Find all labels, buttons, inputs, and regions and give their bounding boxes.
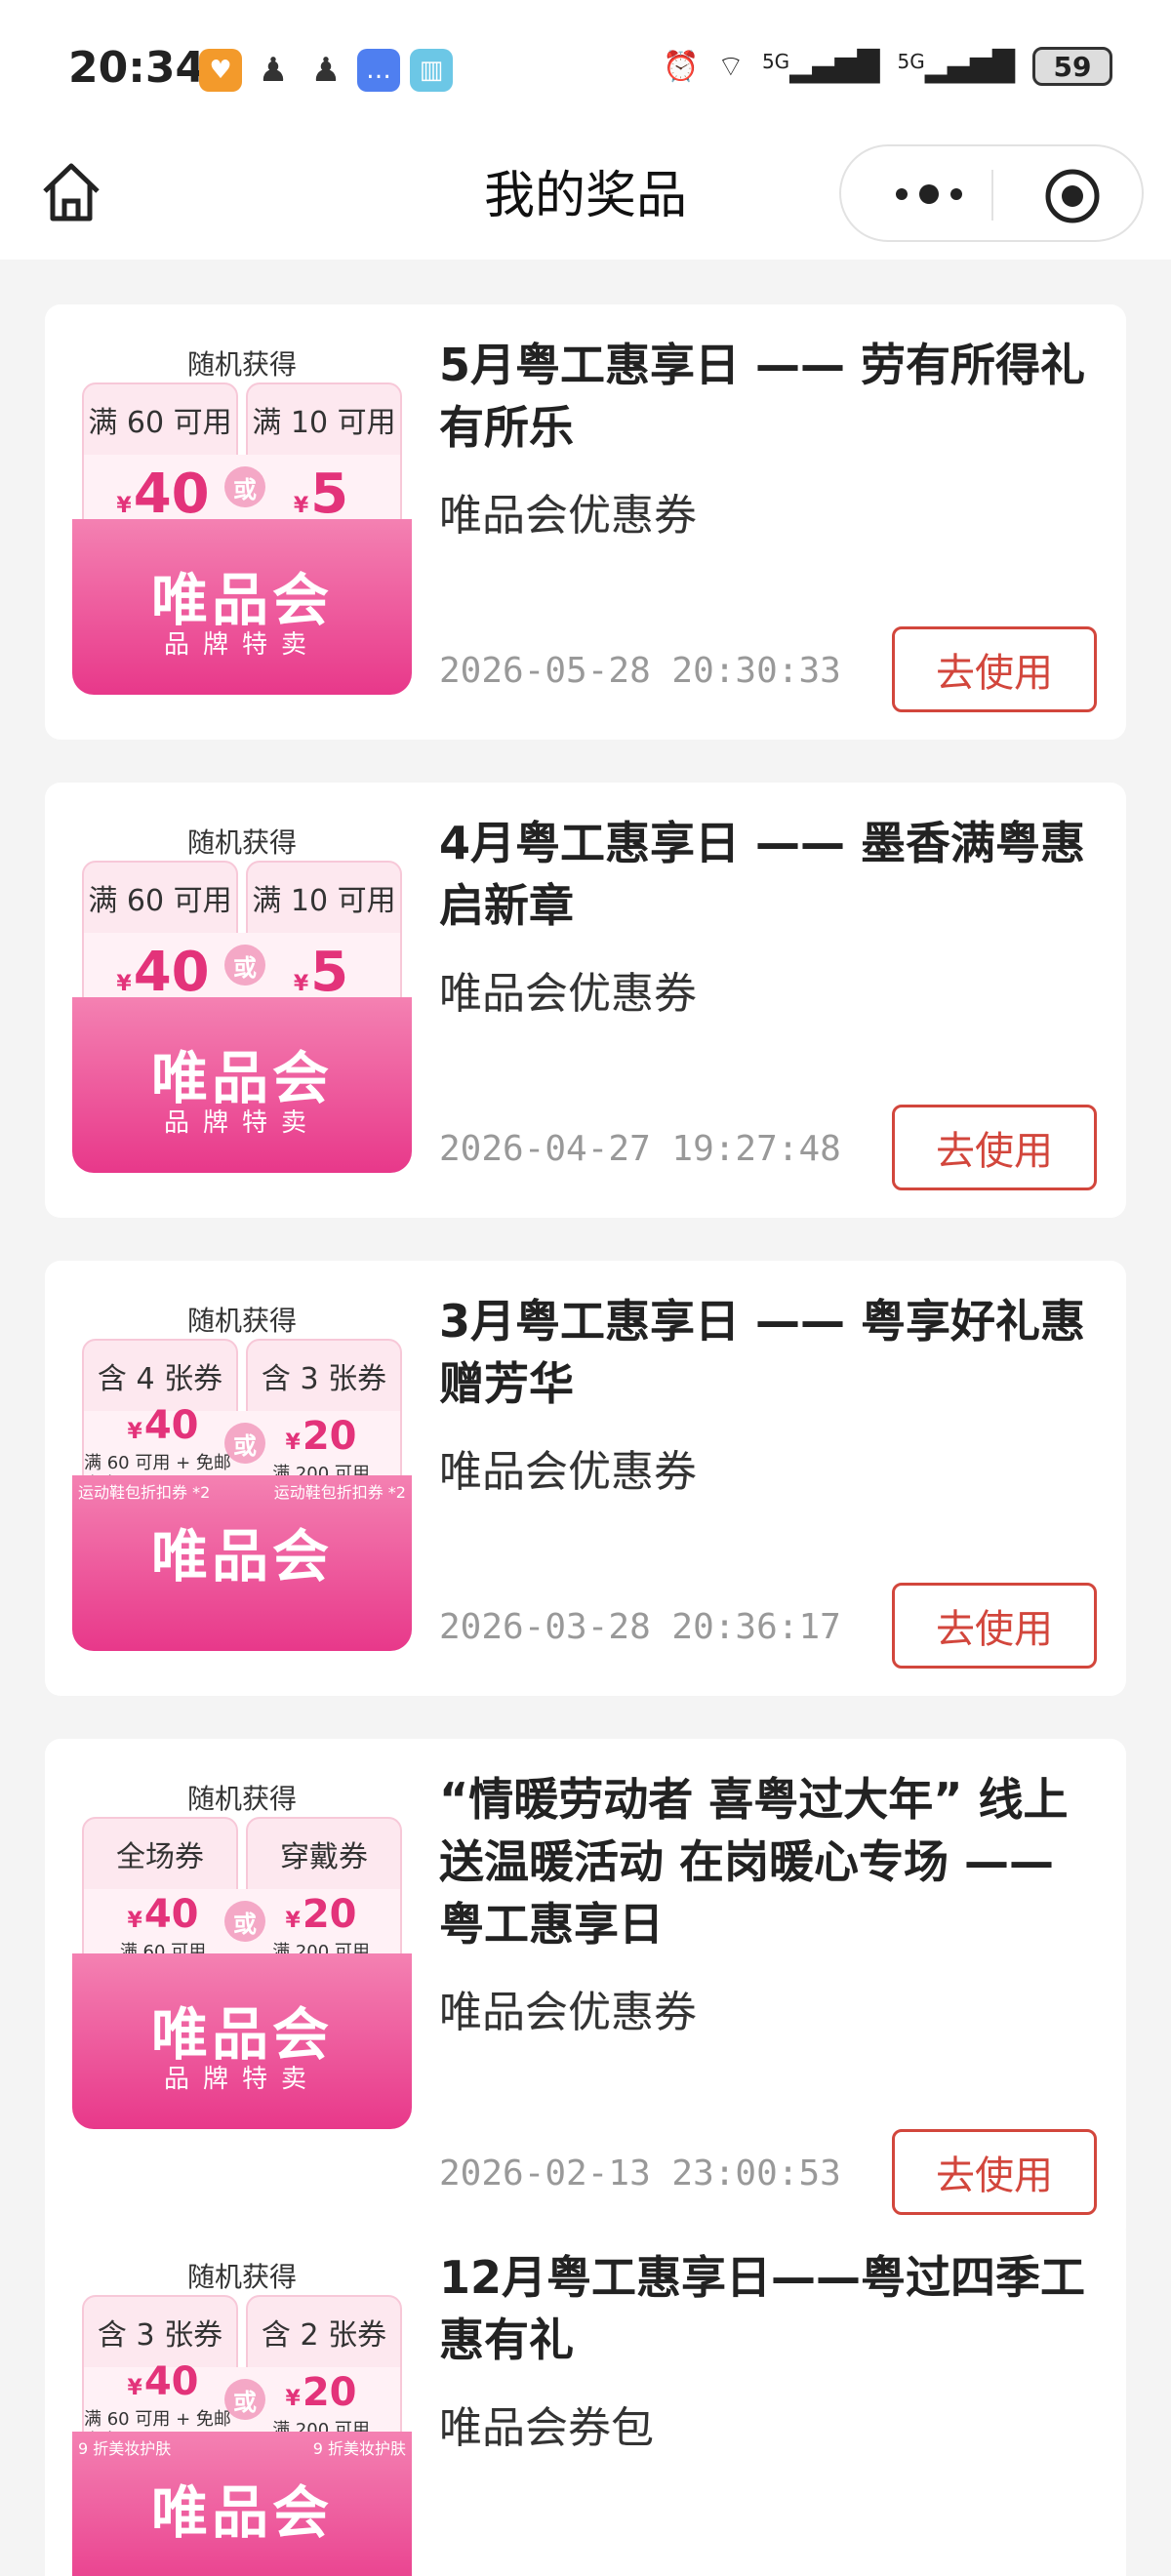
mini-program-capsule [839,144,1144,242]
prize-title: “情暖劳动者 喜粤过大年” 线上送温暖活动 在岗暖心专场 —— 粤工惠享日 [439,1773,1069,1951]
prize-subtitle: 唯品会优惠券 [439,1447,697,1497]
message-icon: … [357,49,400,92]
prize-card: 随机获得 满 60 可用 满 10 可用 ¥40 ¥5 或 唯品会 品牌特卖 [45,304,1126,740]
prize-date: 2026-03-28 20:36:17 [439,1607,841,1647]
prize-subtitle: 唯品会优惠券 [439,969,697,1019]
more-icon[interactable] [880,180,978,209]
brand-banner: 运动鞋包折扣券 *2 运动鞋包折扣券 *2 唯品会 [72,1475,412,1651]
thumb-heading: 随机获得 [186,1305,297,1337]
thumb-tab: 含 2 张券 [246,2295,402,2369]
coupon-thumbnail: 随机获得 满 60 可用 满 10 可用 ¥40 ¥5 或 唯品会 品牌特卖 [72,343,412,695]
coupon-extra: 运动鞋包折扣券 *2 [273,1483,406,1502]
coupon-value: 40 [133,462,210,526]
brand-slogan: 品牌特卖 [163,1108,320,1138]
brand-slogan: 品牌特卖 [163,630,320,660]
brand-banner: 唯品会 品牌特卖 [72,997,412,1173]
capsule-divider [991,170,993,221]
thumb-tab: 穿戴券 [246,1817,402,1891]
coupon-value: 40 [133,940,210,1004]
thumb-tab: 含 3 张券 [246,1339,402,1413]
status-time: 20:34 [68,43,206,93]
coupon-value: 40 [143,1402,199,1448]
use-button[interactable]: 去使用 [892,2129,1097,2215]
status-indicators: ⏰ ⌔ 5G▂▄▆█ 5G▂▄▆█ 59 [663,47,1112,86]
prize-subtitle: 唯品会优惠券 [439,1988,697,2037]
prize-date: 2026-02-13 23:00:53 [439,2153,841,2194]
coupon-value: 40 [143,1891,199,1937]
thumb-tab: 满 10 可用 [246,861,402,935]
coupon-value: 40 [143,2358,199,2404]
battery-icon: 59 [1032,47,1112,86]
prize-card: 随机获得 全场券 穿戴券 ¥40 满 60 可用 ¥20 满 200 可用 或 … [45,1739,1126,2242]
prize-date: 2026-04-27 19:27:48 [439,1129,841,1169]
brand-name: 唯品会 [150,2479,333,2546]
thumb-heading: 随机获得 [186,348,297,381]
thumb-heading: 随机获得 [186,826,297,859]
brand-slogan: 品牌特卖 [163,2065,320,2094]
coupon-thumbnail: 随机获得 含 3 张券 含 2 张券 ¥40 满 60 可用 + 免邮次卡 ¥2… [72,2256,412,2576]
prize-title: 4月粤工惠享日 —— 墨香满粤惠启新章 [439,817,1086,932]
brand-banner: 唯品会 品牌特卖 [72,1953,412,2129]
use-button[interactable]: 去使用 [892,1583,1097,1669]
use-button[interactable]: 去使用 [892,1105,1097,1190]
or-badge: 或 [224,466,265,507]
qq-icon: ♟ [304,49,347,92]
prize-title: 5月粤工惠享日 —— 劳有所得礼有所乐 [439,339,1086,454]
signal-icon: 5G▂▄▆█ [761,49,880,84]
coupon-value: 5 [310,940,349,1004]
or-badge: 或 [224,1901,265,1942]
brand-banner: 9 折美妆护肤 9 折美妆护肤 唯品会 [72,2432,412,2576]
brand-banner: 唯品会 品牌特卖 [72,519,412,695]
notification-icons: ♥ ♟ ♟ … ▥ [199,49,453,92]
thumb-tab: 满 60 可用 [82,382,238,457]
status-bar: 20:34 ♥ ♟ ♟ … ▥ ⏰ ⌔ 5G▂▄▆█ 5G▂▄▆█ 59 [0,0,1171,144]
coupon-extra: 9 折美妆护肤 [78,2439,172,2458]
wifi-icon: ⌔ [716,50,745,84]
qq-icon: ♟ [252,49,295,92]
prize-date: 2026-05-28 20:30:33 [439,651,841,691]
thumb-tab: 满 10 可用 [246,382,402,457]
or-badge: 或 [224,1423,265,1464]
prize-title: 3月粤工惠享日 —— 粤享好礼惠赠芳华 [439,1295,1086,1410]
book-icon: ▥ [410,49,453,92]
prize-card: 随机获得 含 4 张券 含 3 张券 ¥40 满 60 可用 + 免邮次卡 ¥2… [45,1261,1126,1696]
thumb-heading: 随机获得 [186,1783,297,1815]
coupon-thumbnail: 随机获得 全场券 穿戴券 ¥40 满 60 可用 ¥20 满 200 可用 或 … [72,1778,412,2129]
prize-title: 12月粤工惠享日——粤过四季工惠有礼 [439,2251,1086,2366]
or-badge: 或 [224,2379,265,2420]
brand-name: 唯品会 [150,1523,333,1590]
coupon-value: 20 [302,2369,357,2415]
coupon-extra: 运动鞋包折扣券 *2 [78,1483,211,1502]
coupon-thumbnail: 随机获得 满 60 可用 满 10 可用 ¥40 ¥5 或 唯品会 品牌特卖 [72,822,412,1173]
thumb-tab: 全场券 [82,1817,238,1891]
alarm-icon: ⏰ [663,49,700,84]
coupon-extra: 9 折美妆护肤 [312,2439,406,2458]
prize-subtitle: 唯品会优惠券 [439,491,697,541]
heart-app-icon: ♥ [199,49,242,92]
prize-subtitle: 唯品会券包 [439,2403,654,2453]
coupon-value: 20 [302,1413,357,1459]
prize-card: 随机获得 满 60 可用 满 10 可用 ¥40 ¥5 或 唯品会 品牌特卖 [45,783,1126,1218]
thumb-heading: 随机获得 [186,2261,297,2293]
close-mini-program-icon[interactable] [1044,168,1101,224]
thumb-tab: 满 60 可用 [82,861,238,935]
coupon-value: 20 [302,1891,357,1937]
or-badge: 或 [224,945,265,986]
coupon-value: 5 [310,462,349,526]
use-button[interactable]: 去使用 [892,626,1097,712]
coupon-thumbnail: 随机获得 含 4 张券 含 3 张券 ¥40 满 60 可用 + 免邮次卡 ¥2… [72,1300,412,1651]
nav-bar: 我的奖品 [0,144,1171,260]
prize-card: 随机获得 含 3 张券 含 2 张券 ¥40 满 60 可用 + 免邮次卡 ¥2… [45,2217,1126,2576]
signal-icon: 5G▂▄▆█ [897,49,1015,84]
